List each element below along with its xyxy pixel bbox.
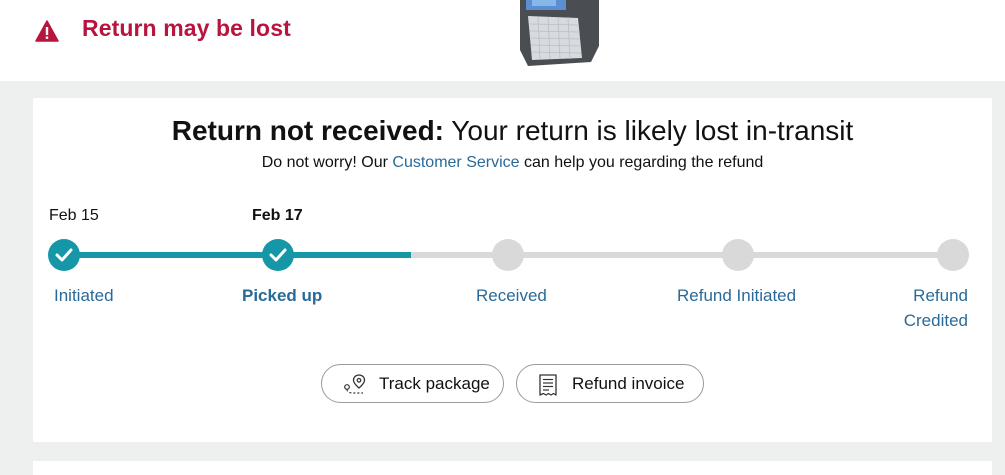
step-marker-picked-up	[262, 239, 294, 271]
subheading-text: Do not worry! Our	[261, 154, 393, 171]
status-subheading: Do not worry! Our Customer Service can h…	[33, 154, 992, 172]
step-label-refund-credited: Refund Credited	[903, 286, 968, 330]
status-heading-rest: Your return is likely lost in-transit	[444, 115, 854, 146]
banner-title: Return may be lost	[82, 15, 291, 41]
step-label-received: Received	[476, 286, 547, 305]
status-heading: Return not received: Your return is like…	[33, 115, 992, 147]
step-label-initiated: Initiated	[54, 286, 114, 305]
refund-invoice-button[interactable]: Refund invoice	[516, 364, 704, 403]
step-date-initiated: Feb 15	[49, 207, 99, 224]
product-thumbnail[interactable]	[518, 0, 601, 66]
map-pin-route-icon	[344, 374, 366, 394]
refund-invoice-label: Refund invoice	[572, 374, 685, 393]
next-section-card	[33, 461, 992, 475]
step-marker-received	[492, 239, 524, 271]
checkmark-icon	[269, 248, 287, 262]
progress-fill	[64, 252, 411, 258]
status-heading-strong: Return not received:	[171, 115, 444, 146]
track-package-label: Track package	[379, 374, 490, 393]
subheading-text-end: can help you regarding the refund	[519, 154, 764, 171]
step-marker-initiated	[48, 239, 80, 271]
receipt-icon	[539, 374, 557, 396]
return-tracking-card: Return not received: Your return is like…	[33, 98, 992, 442]
step-date-picked-up: Feb 17	[252, 207, 303, 224]
step-marker-refund-credited	[937, 239, 969, 271]
customer-service-link[interactable]: Customer Service	[392, 154, 519, 171]
step-marker-refund-initiated	[722, 239, 754, 271]
step-label-picked-up: Picked up	[242, 286, 323, 305]
step-label-refund-initiated: Refund Initiated	[677, 286, 797, 305]
return-status-banner: Return may be lost	[0, 0, 1005, 81]
track-package-button[interactable]: Track package	[321, 364, 504, 403]
warning-triangle-icon	[35, 20, 59, 42]
checkmark-icon	[55, 248, 73, 262]
